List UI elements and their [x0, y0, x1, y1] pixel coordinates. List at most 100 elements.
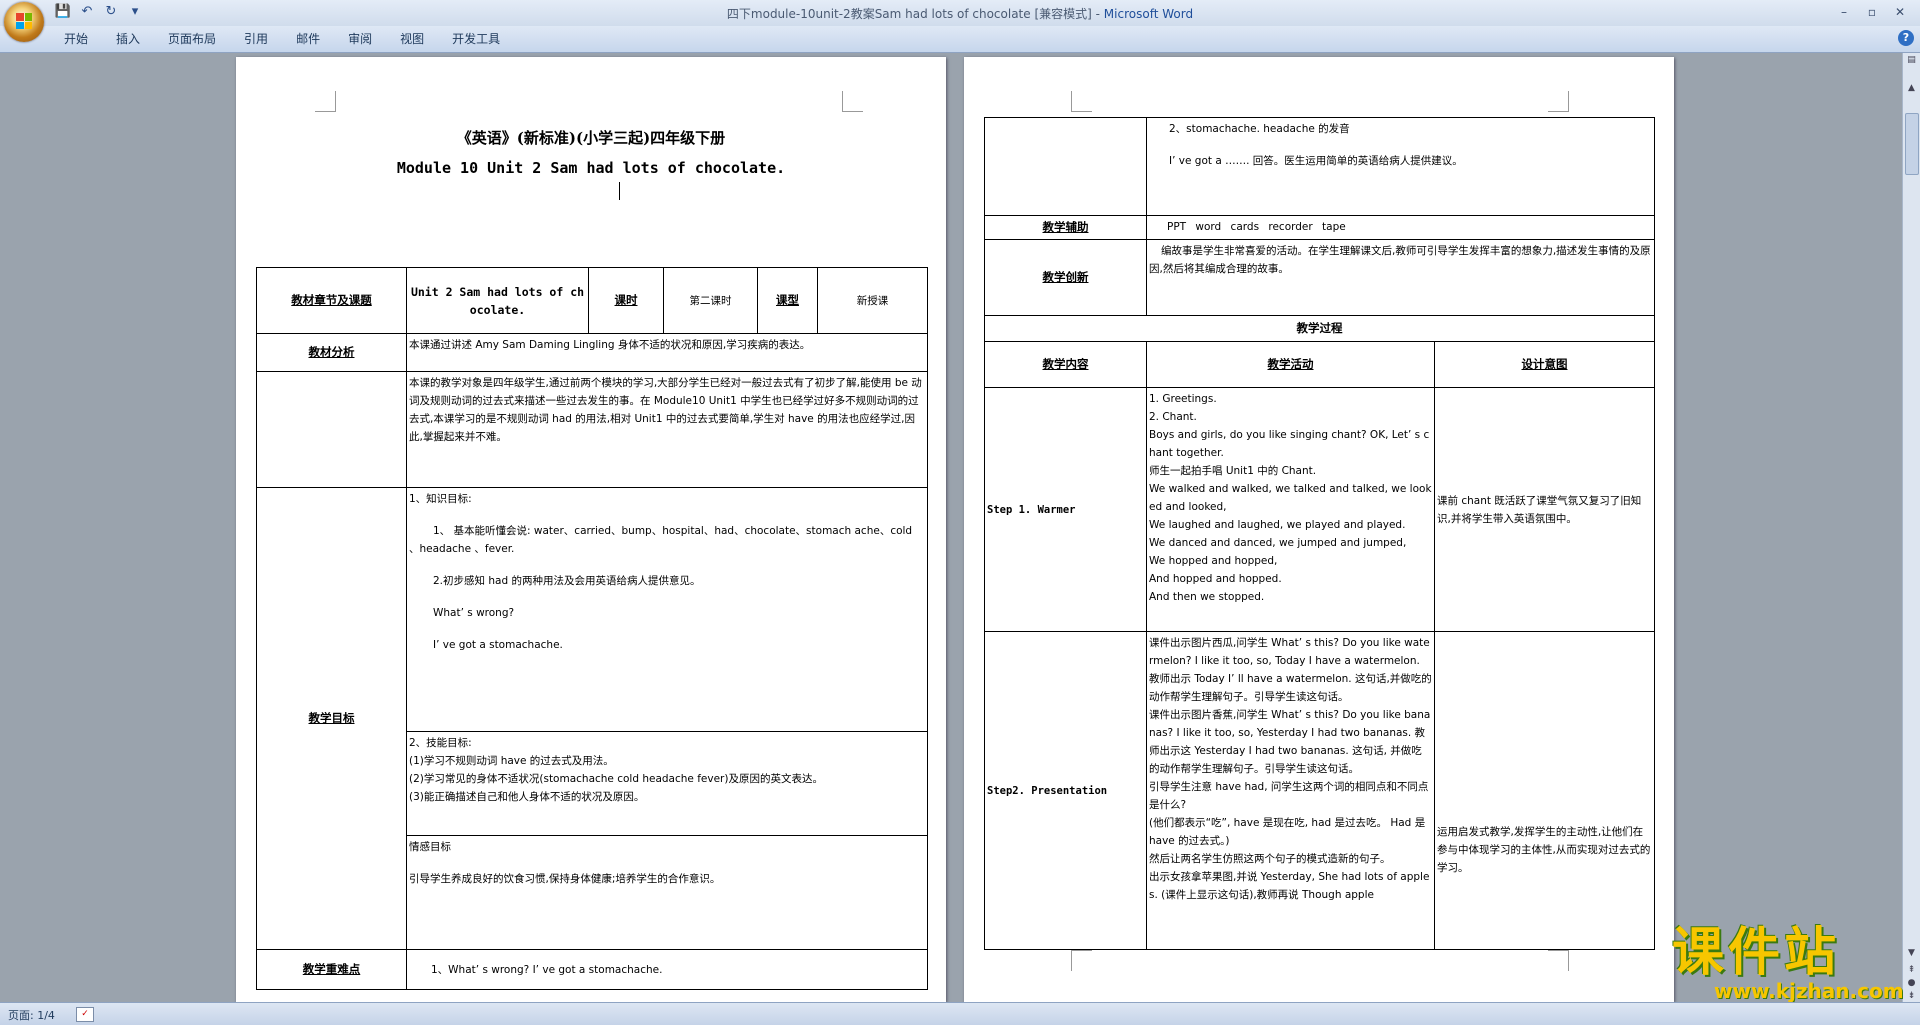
title-bar: 💾 ↶ ↻ ▾ 四下module-10unit-2教案Sam had lots …: [0, 0, 1920, 26]
step1-line: We walked and walked, we talked and talk…: [1149, 483, 1432, 513]
app-name: Microsoft Word: [1103, 7, 1194, 21]
label-innovation: 教学创新: [984, 239, 1147, 316]
knowledge-item-2: 2.初步感知 had 的两种用法及会用英语给病人提供意见。: [433, 575, 701, 587]
label-goals: 教学目标: [256, 487, 407, 950]
label-type: 课型: [757, 267, 818, 334]
label-period: 课时: [588, 267, 664, 334]
knowledge-item-1: 1、 基本能听懂会说: water、carried、bump、hospital、…: [409, 525, 913, 555]
tab-insert[interactable]: 插入: [102, 31, 154, 47]
aids-text: PPT word cards recorder tape: [1146, 215, 1655, 240]
lesson-title-cell: Unit 2 Sam had lots of chocolate.: [406, 267, 589, 334]
document-page-1: 《英语》(新标准)(小学三起)四年级下册 Module 10 Unit 2 Sa…: [236, 57, 946, 1002]
margin-mark: [1071, 91, 1092, 112]
emotion-goals: 情感目标 引导学生养成良好的饮食习惯,保持身体健康;培养学生的合作意识。: [406, 835, 928, 950]
margin-mark: [1548, 950, 1569, 971]
label-process: 教学过程: [984, 315, 1655, 342]
innovation-text: 编故事是学生非常喜爱的活动。在学生理解课文后,教师可引导学生发挥丰富的想象力,描…: [1146, 239, 1655, 316]
step1-line: We danced and danced, we jumped and jump…: [1149, 537, 1407, 549]
knowledge-item-4: I’ ve got a stomachache.: [433, 639, 563, 651]
window-title: 四下module-10unit-2教案Sam had lots of choco…: [0, 5, 1920, 22]
emotion-title: 情感目标: [409, 841, 451, 853]
step1-line: 2. Chant.: [1149, 411, 1197, 423]
scroll-up-icon[interactable]: ▲: [1906, 83, 1917, 94]
office-button[interactable]: [4, 2, 44, 42]
period-value: 第二课时: [663, 267, 758, 334]
margin-mark: [1071, 950, 1092, 971]
header-content: 教学内容: [984, 341, 1147, 388]
document-name: 四下module-10unit-2教案Sam had lots of choco…: [726, 7, 1104, 21]
skills-item-3: (3)能正确描述自己和他人身体不适的状况及原因。: [409, 791, 645, 803]
minimize-button[interactable]: –: [1830, 2, 1858, 22]
students-analysis-text: 本课的教学对象是四年级学生,通过前两个模块的学习,大部分学生已经对一般过去式有了…: [406, 371, 928, 488]
ribbon: 开始 插入 页面布局 引用 邮件 审阅 视图 开发工具 ?: [0, 26, 1920, 53]
analysis-text: 本课通过讲述 Amy Sam Daming Lingling 身体不适的状况和原…: [406, 333, 928, 372]
empty-cell: [256, 371, 407, 488]
key-point-2: 2、stomachache. headache 的发音: [1169, 123, 1350, 135]
knowledge-title: 1、知识目标:: [409, 493, 472, 505]
lesson-plan-table-1: 教材章节及课题 Unit 2 Sam had lots of chocolate…: [256, 267, 928, 990]
margin-mark: [1548, 91, 1569, 112]
header-intent: 设计意图: [1434, 341, 1655, 388]
step1-line: And hopped and hopped.: [1149, 573, 1282, 585]
step1-line: And then we stopped.: [1149, 591, 1265, 603]
lesson-plan-table-2: 2、stomachache. headache 的发音 I’ ve got a …: [984, 117, 1655, 950]
step2-line: 课件出示图片香蕉,问学生 What’ s this? Do you like b…: [1149, 709, 1431, 775]
tab-page-layout[interactable]: 页面布局: [154, 31, 230, 47]
margin-mark: [315, 91, 336, 112]
step1-line: We laughed and laughed, we played and pl…: [1149, 519, 1406, 531]
emotion-text: 引导学生养成良好的饮食习惯,保持身体健康;培养学生的合作意识。: [409, 873, 721, 885]
status-bar: 页面: 1/4 ✓: [0, 1002, 1920, 1025]
tab-developer[interactable]: 开发工具: [438, 31, 514, 47]
skills-item-1: (1)学习不规则动词 have 的过去式及用法。: [409, 755, 614, 767]
step2-line: (他们都表示“吃”, have 是现在吃, had 是过去吃。 Had 是 ha…: [1149, 817, 1426, 847]
label-chapter: 教材章节及课题: [256, 267, 407, 334]
ruler-toggle-icon[interactable]: ▤: [1906, 55, 1917, 66]
watermark-brand: 课件站: [1672, 923, 1841, 983]
skills-goals: 2、技能目标: (1)学习不规则动词 have 的过去式及用法。 (2)学习常见…: [406, 731, 928, 836]
step1-label: Step 1. Warmer: [984, 387, 1147, 632]
step2-activity: 课件出示图片西瓜,问学生 What’ s this? Do you like w…: [1146, 631, 1435, 950]
step1-activity: 1. Greetings. 2. Chant. Boys and girls, …: [1146, 387, 1435, 632]
label-analysis: 教材分析: [256, 333, 407, 372]
tab-view[interactable]: 视图: [386, 31, 438, 47]
scroll-down-icon[interactable]: ▼: [1906, 948, 1917, 959]
doc-title-line-1: 《英语》(新标准)(小学三起)四年级下册: [456, 129, 726, 147]
step2-line: 课件出示图片西瓜,问学生 What’ s this? Do you like w…: [1149, 637, 1432, 703]
step2-line: 然后让两名学生仿照这两个句子的模式造新的句子。: [1149, 853, 1391, 865]
next-page-icon[interactable]: ⇟: [1906, 991, 1917, 1002]
step1-line: Boys and girls, do you like singing chan…: [1149, 429, 1430, 459]
step1-line: 师生一起拍手唱 Unit1 中的 Chant.: [1149, 465, 1317, 477]
previous-page-icon[interactable]: ⇞: [1906, 965, 1917, 976]
doc-title-line-2: Module 10 Unit 2 Sam had lots of chocola…: [396, 159, 786, 177]
vertical-scrollbar[interactable]: ▤ ▲ ▼ ⇞ ● ⇟: [1902, 53, 1920, 1003]
close-button[interactable]: ✕: [1886, 2, 1914, 22]
key-points-text: 1、What’ s wrong? I’ ve got a stomachache…: [406, 949, 928, 990]
type-value: 新授课: [817, 267, 928, 334]
watermark-url: www.kjzhan.com: [1714, 979, 1904, 1003]
help-icon[interactable]: ?: [1898, 30, 1914, 46]
knowledge-goals: 1、知识目标: 1、 基本能听懂会说: water、carried、bump、h…: [406, 487, 928, 732]
key-points-continued: 2、stomachache. headache 的发音 I’ ve got a …: [1146, 117, 1655, 216]
step2-intent: 运用启发式教学,发挥学生的主动性,让他们在参与中体现学习的主体性,从而实现对过去…: [1434, 631, 1655, 950]
ribbon-tabs: 开始 插入 页面布局 引用 邮件 审阅 视图 开发工具: [50, 31, 514, 47]
page-count[interactable]: 页面: 1/4: [8, 1007, 55, 1023]
label-key-points: 教学重难点: [256, 949, 407, 990]
scroll-thumb[interactable]: [1905, 113, 1919, 175]
document-page-2: 2、stomachache. headache 的发音 I’ ve got a …: [964, 57, 1674, 1002]
step1-line: We hopped and hopped,: [1149, 555, 1278, 567]
watermark-logo: 课件站 www.kjzhan.com: [1672, 925, 1904, 1003]
tab-mailings[interactable]: 邮件: [282, 31, 334, 47]
proofing-icon[interactable]: ✓: [76, 1007, 94, 1022]
skills-title: 2、技能目标:: [409, 737, 472, 749]
tab-review[interactable]: 审阅: [334, 31, 386, 47]
tab-home[interactable]: 开始: [50, 31, 102, 47]
restore-button[interactable]: ▫: [1858, 2, 1886, 22]
empty-cell: [984, 117, 1147, 216]
step1-line: 1. Greetings.: [1149, 393, 1217, 405]
tab-references[interactable]: 引用: [230, 31, 282, 47]
step1-intent: 课前 chant 既活跃了课堂气氛又复习了旧知识,并将学生带入英语氛围中。: [1434, 387, 1655, 632]
office-logo-icon: [16, 13, 32, 29]
text-cursor: [619, 182, 620, 200]
header-activity: 教学活动: [1146, 341, 1435, 388]
browse-object-icon[interactable]: ●: [1906, 978, 1917, 989]
